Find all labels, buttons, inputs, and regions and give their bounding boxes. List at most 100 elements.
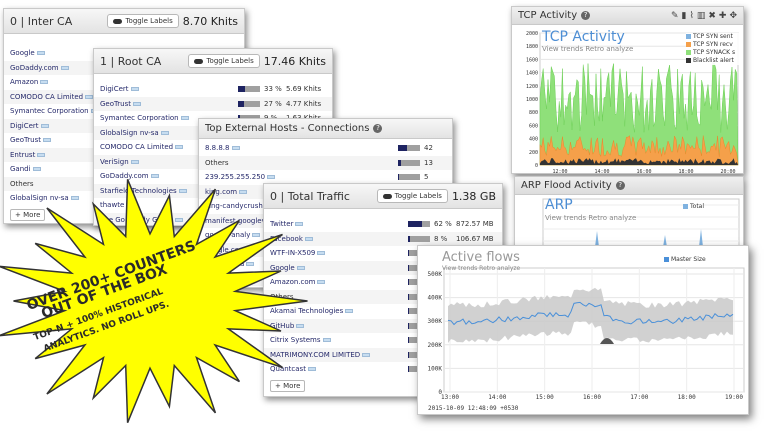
tag-icon bbox=[130, 87, 139, 92]
item-percent: 8 % bbox=[434, 234, 448, 243]
toggle-switch-icon bbox=[382, 193, 392, 199]
tcp-activity-header: TCP Activity? ✎ ▮ ⌇ ▥ ✖ ✚ ✥ bbox=[512, 7, 743, 25]
toggle-labels-button[interactable]: Toggle Labels bbox=[188, 54, 260, 68]
expand-icon[interactable]: ✥ bbox=[729, 11, 737, 21]
y-tick-label: 100K bbox=[428, 365, 443, 372]
x-tick-label: 17:00 bbox=[630, 394, 648, 401]
tag-icon bbox=[317, 280, 326, 285]
legend-item[interactable]: Master Size bbox=[664, 256, 706, 264]
help-icon[interactable]: ? bbox=[373, 123, 383, 133]
item-percent: 42 bbox=[424, 144, 433, 153]
x-tick-label: 14:00 bbox=[488, 394, 506, 401]
share-bar-fill bbox=[408, 221, 422, 228]
legend-item[interactable]: Total bbox=[683, 203, 704, 211]
item-value: 872.57 MB bbox=[456, 220, 494, 229]
list-item[interactable]: 8.8.8.8 42 bbox=[199, 141, 452, 156]
legend-label: Master Size bbox=[671, 256, 706, 263]
panel-total: 1.38 GB bbox=[451, 189, 496, 203]
chart-links[interactable]: View trends Retro analyze bbox=[542, 45, 633, 53]
legend-item[interactable]: TCP SYN sent bbox=[686, 33, 743, 41]
tag-icon bbox=[85, 94, 94, 99]
chart-links[interactable]: View trends Retro analyze bbox=[442, 265, 520, 272]
tag-icon bbox=[362, 352, 371, 357]
share-bar bbox=[398, 174, 420, 181]
legend-item[interactable]: Blacklist alert bbox=[686, 57, 743, 65]
panel-title: 1 | Root CA bbox=[100, 54, 162, 68]
x-tick-label: 19:00 bbox=[725, 394, 743, 401]
y-tick-label: 0 bbox=[535, 163, 538, 169]
legend-label: Blacklist alert bbox=[693, 57, 734, 64]
y-tick-label: 1200 bbox=[526, 84, 538, 90]
x-tick-label: 13:00 bbox=[441, 394, 459, 401]
x-tick-label: 16:00 bbox=[636, 169, 651, 174]
share-bar bbox=[408, 235, 430, 242]
chart-links[interactable]: View trends Retro analyze bbox=[545, 214, 636, 222]
tag-icon bbox=[60, 65, 69, 70]
edit-icon[interactable]: ✎ bbox=[671, 11, 679, 21]
help-icon[interactable]: ? bbox=[581, 10, 591, 20]
toggle-switch-icon bbox=[194, 58, 204, 64]
y-tick-label: 500K bbox=[428, 271, 443, 278]
root-ca-header: 1 | Root CA Toggle Labels 17.46 Khits bbox=[94, 49, 332, 74]
x-tick-label: 18:00 bbox=[678, 394, 696, 401]
y-tick-label: 1000 bbox=[526, 97, 538, 103]
y-tick-label: 300K bbox=[428, 318, 443, 325]
x-tick-label: 16:00 bbox=[583, 394, 601, 401]
share-bar-fill bbox=[398, 145, 408, 152]
toggle-labels-label: Toggle Labels bbox=[394, 192, 442, 200]
item-value: 5.69 Khits bbox=[286, 85, 322, 94]
share-bar-fill bbox=[238, 86, 246, 93]
item-percent: 13 bbox=[424, 158, 433, 167]
item-percent: 5 bbox=[424, 173, 429, 182]
list-item[interactable]: DigiCert 33 % 5.69 Khits bbox=[94, 82, 332, 97]
share-bar-fill bbox=[398, 174, 400, 181]
tag-icon bbox=[175, 145, 184, 150]
panel-title: TCP Activity bbox=[518, 10, 578, 21]
item-label: 8.8.8.8 bbox=[205, 144, 398, 152]
line-chart-icon[interactable]: ⌇ bbox=[689, 11, 693, 21]
toggle-labels-button[interactable]: Toggle Labels bbox=[107, 14, 179, 28]
item-label: GeoTrust bbox=[100, 100, 238, 108]
y-tick-label: 200K bbox=[428, 342, 443, 349]
tag-icon bbox=[231, 146, 240, 151]
help-icon[interactable]: ? bbox=[615, 180, 625, 190]
chart-title: Active flows bbox=[442, 250, 520, 265]
toggle-labels-button[interactable]: Toggle Labels bbox=[376, 189, 448, 203]
legend-item[interactable]: TCP SYNACK s bbox=[686, 49, 743, 57]
legend-label: TCP SYN sent bbox=[693, 33, 733, 40]
tag-icon bbox=[180, 116, 189, 121]
tag-icon bbox=[322, 338, 331, 343]
tag-icon bbox=[42, 138, 51, 143]
item-percent: 27 % bbox=[264, 99, 282, 108]
legend-swatch bbox=[686, 34, 691, 39]
list-item[interactable]: GeoTrust 27 % 4.77 Khits bbox=[94, 96, 332, 111]
share-bar bbox=[238, 100, 260, 107]
arp-legend: Total bbox=[683, 203, 705, 211]
arp-flood-panel: ARP Flood Activity? ARP View trends Retr… bbox=[514, 176, 744, 248]
close-icon[interactable]: ✖ bbox=[708, 11, 716, 21]
add-icon[interactable]: ✚ bbox=[719, 11, 727, 21]
item-value: 4.77 Khits bbox=[286, 99, 322, 108]
bar-chart-icon[interactable]: ▥ bbox=[697, 11, 706, 21]
tcp-activity-panel: TCP Activity? ✎ ▮ ⌇ ▥ ✖ ✚ ✥ 2000 1800 1600… bbox=[511, 6, 744, 174]
external-hosts-header: Top External Hosts - Connections? bbox=[199, 119, 452, 139]
chart-toolbar: ✎ ▮ ⌇ ▥ ✖ ✚ ✥ bbox=[671, 11, 737, 21]
tag-icon bbox=[40, 123, 49, 128]
item-value: 106.67 MB bbox=[456, 234, 494, 243]
share-bar-fill bbox=[238, 100, 244, 107]
chart-type-icon[interactable]: ▮ bbox=[681, 11, 686, 21]
legend-label: TCP SYN recv bbox=[693, 41, 733, 48]
legend-swatch bbox=[686, 58, 691, 63]
share-bar-fill bbox=[408, 279, 409, 286]
flows-legend: Master Size bbox=[664, 256, 706, 264]
inter-ca-header: 0 | Inter CA Toggle Labels 8.70 Khits bbox=[4, 9, 244, 34]
y-tick-label: 800 bbox=[529, 110, 538, 116]
y-tick-label: 2000 bbox=[526, 31, 538, 37]
x-tick-label: 12:00 bbox=[552, 169, 567, 174]
share-bar-fill bbox=[408, 264, 410, 271]
toggle-labels-label: Toggle Labels bbox=[125, 17, 173, 25]
legend-item[interactable]: TCP SYN recv bbox=[686, 41, 743, 49]
tag-icon bbox=[132, 101, 141, 106]
list-item[interactable]: Others 13 bbox=[199, 155, 452, 170]
tag-icon bbox=[32, 167, 41, 172]
